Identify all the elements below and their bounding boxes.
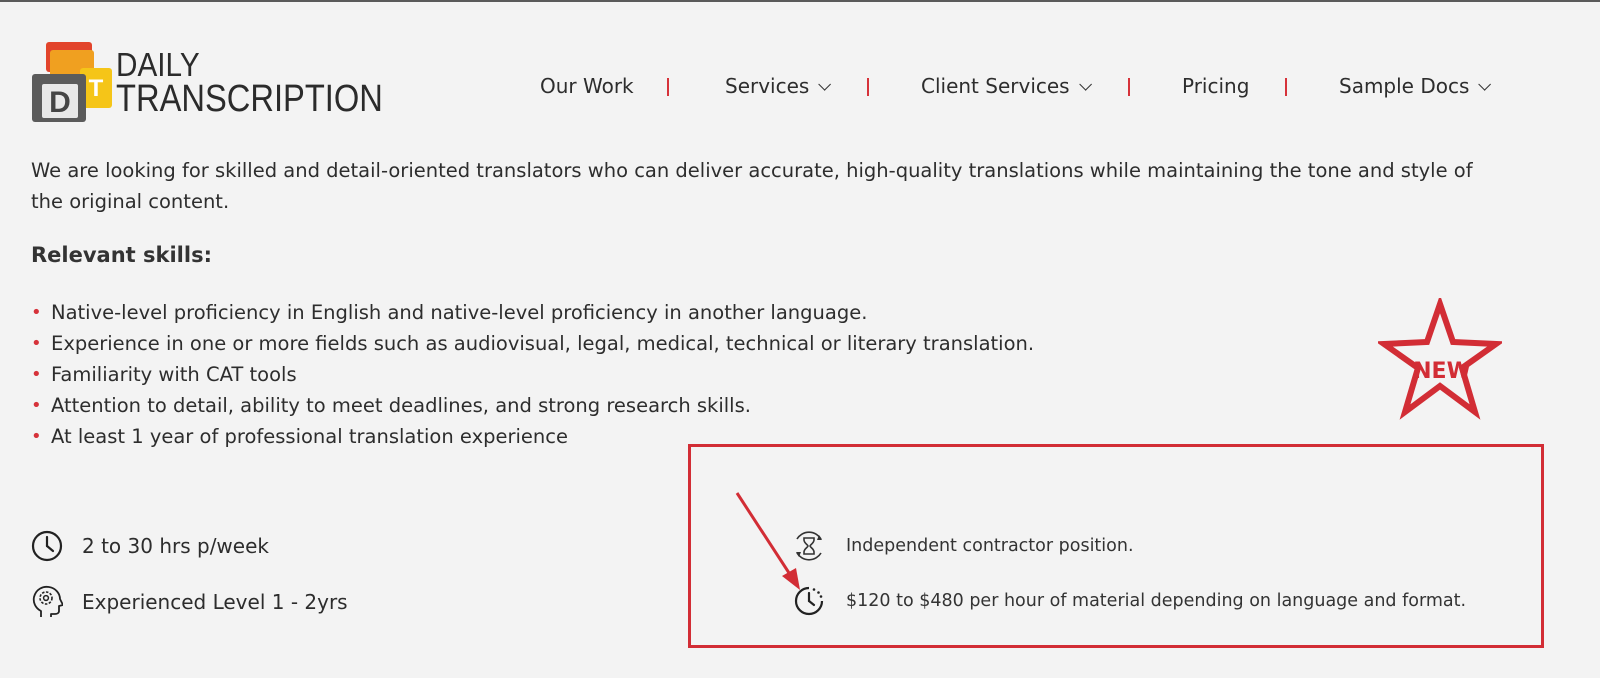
position-feature: Independent contractor position. [792,529,1134,563]
nav-separator [667,78,669,96]
skills-heading: Relevant skills: [31,243,212,267]
nav-separator [1128,78,1130,96]
skills-list: Native-level proficiency in English and … [31,297,1034,452]
top-border [0,0,1600,2]
nav-our-work[interactable]: Our Work [540,74,634,98]
nav-our-work-label: Our Work [540,74,634,98]
chevron-down-icon [1478,77,1492,91]
head-gear-icon [32,585,63,617]
chevron-down-icon [818,77,832,91]
list-item: Familiarity with CAT tools [31,359,1034,390]
pay-text: $120 to $480 per hour of material depend… [846,591,1467,611]
new-badge-text: NEW [1413,359,1471,384]
nav-client-services[interactable]: Client Services [921,74,1092,98]
timer-icon [794,586,824,616]
nav-sample-docs[interactable]: Sample Docs [1339,74,1492,98]
list-item: Experience in one or more fields such as… [31,328,1034,359]
level-feature: Experienced Level 1 - 2yrs [31,585,348,619]
nav-pricing-label: Pricing [1182,74,1250,98]
hours-feature: 2 to 30 hrs p/week [31,530,269,562]
nav-services[interactable]: Services [725,74,832,98]
job-intro-text: We are looking for skilled and detail-or… [31,159,1473,213]
position-text: Independent contractor position. [846,536,1134,556]
chevron-down-icon [1078,77,1092,91]
hourglass-icon [796,531,822,561]
nav-separator [1285,78,1287,96]
nav-client-services-label: Client Services [921,74,1070,98]
list-item: Attention to detail, ability to meet dea… [31,390,1034,421]
nav-separator [867,78,869,96]
nav-pricing[interactable]: Pricing [1182,74,1249,98]
main-nav: Our Work Services Client Services Pricin… [0,74,1600,104]
new-star-badge: NEW [1378,298,1502,420]
nav-sample-docs-label: Sample Docs [1339,74,1470,98]
pay-feature: $120 to $480 per hour of material depend… [792,584,1466,618]
nav-services-label: Services [725,74,810,98]
hours-text: 2 to 30 hrs p/week [82,534,269,558]
level-text: Experienced Level 1 - 2yrs [82,590,348,614]
list-item: Native-level proficiency in English and … [31,297,1034,328]
clock-icon [31,530,63,562]
